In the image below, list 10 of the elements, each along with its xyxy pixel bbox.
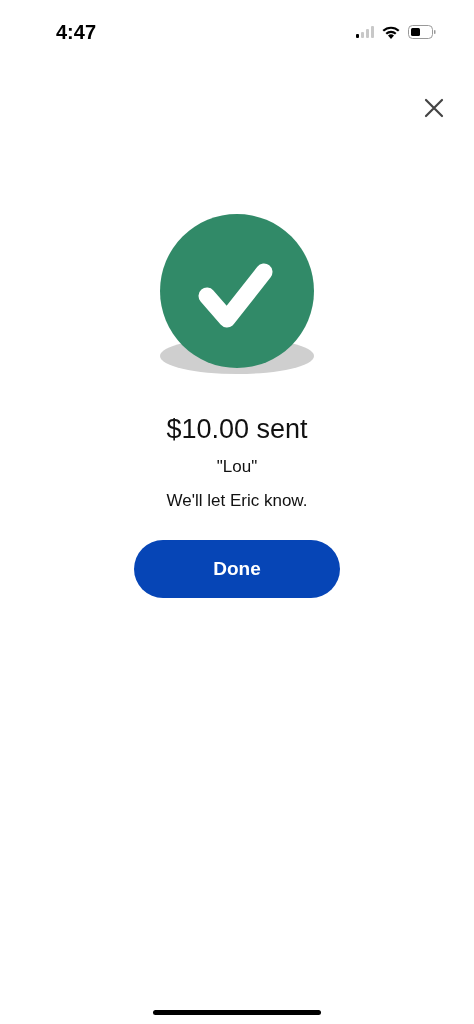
close-button[interactable] <box>422 96 446 120</box>
battery-icon <box>408 25 436 39</box>
success-check-icon <box>159 214 315 374</box>
signal-icon <box>356 26 374 38</box>
wifi-icon <box>382 25 400 39</box>
done-button[interactable]: Done <box>134 540 340 598</box>
payment-note: "Lou" <box>216 456 258 478</box>
status-time: 4:47 <box>56 20 97 45</box>
confirmation-message: We'll let Eric know. <box>166 490 308 512</box>
amount-title: $10.00 sent <box>166 413 308 446</box>
